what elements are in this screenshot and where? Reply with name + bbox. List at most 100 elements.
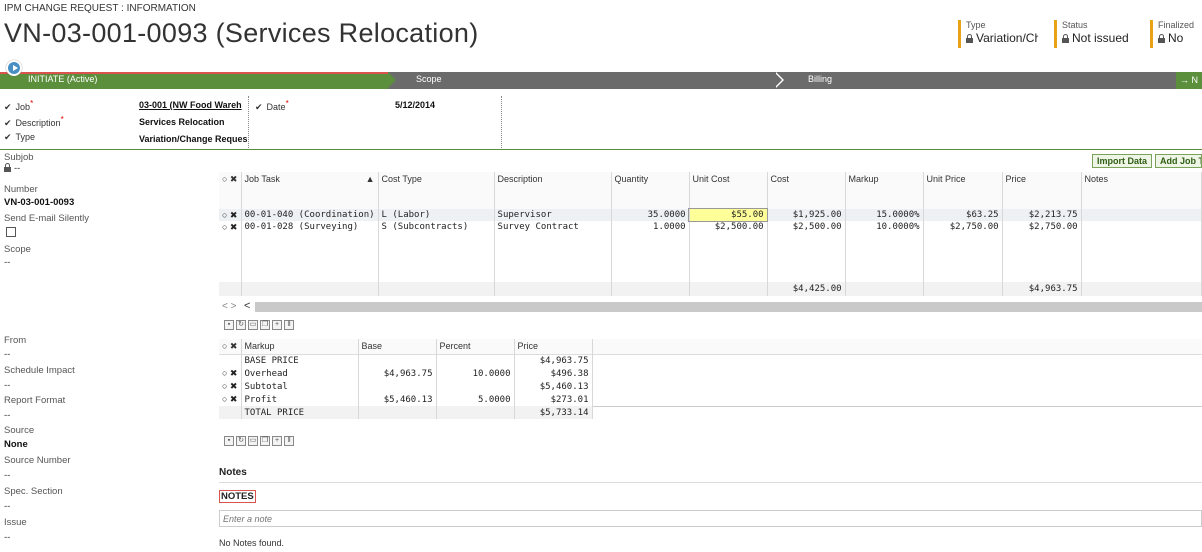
note-input[interactable] — [219, 510, 1202, 527]
refresh-icon[interactable]: ↻ — [236, 436, 246, 446]
col-job-task[interactable]: Job Task ▲ — [241, 172, 379, 209]
row-select-icon[interactable]: ○ ✖ — [219, 209, 242, 221]
col-unit-price[interactable]: Unit Price — [923, 172, 1003, 209]
scroll-left-icon[interactable]: < — [244, 300, 250, 312]
cell[interactable]: 10.0000 — [436, 367, 515, 380]
cell-editing[interactable]: $55.00 — [688, 208, 769, 222]
cell[interactable]: 10.0000% — [845, 221, 924, 233]
col-markup[interactable]: Markup — [845, 172, 924, 209]
table-row[interactable]: ○ ✖ Subtotal $5,460.13 — [219, 380, 1202, 393]
cell[interactable]: $1,925.00 — [767, 209, 846, 221]
lock-icon — [1158, 34, 1165, 43]
total-cost: $4,425.00 — [767, 282, 846, 296]
cell[interactable]: L (Labor) — [378, 209, 495, 221]
export-icon[interactable]: ▪ — [224, 436, 234, 446]
col-cost-type[interactable]: Cost Type — [378, 172, 495, 209]
col-cost[interactable]: Cost — [767, 172, 846, 209]
type-field: Type Variation/Cha — [958, 20, 1038, 48]
table-row[interactable]: ○ ✖ Profit $5,460.13 5.0000 $273.01 — [219, 393, 1202, 407]
cell[interactable]: $4,963.75 — [358, 367, 437, 380]
import-data-button[interactable]: Import Data — [1092, 154, 1153, 168]
cell[interactable] — [436, 380, 515, 393]
copy-icon[interactable]: ❐ — [260, 436, 270, 446]
columns-icon[interactable]: ⦀ — [284, 436, 294, 446]
row-select-icon[interactable]: ○ ✖ — [219, 221, 242, 233]
export-icon[interactable]: ▪ — [224, 320, 234, 330]
horizontal-scrollbar[interactable] — [255, 302, 1202, 312]
col-quantity[interactable]: Quantity — [611, 172, 690, 209]
cell[interactable]: $496.38 — [514, 367, 593, 380]
table-row[interactable]: ○ ✖ 00-01-028 (Surveying) S (Subcontract… — [219, 221, 1202, 233]
cell[interactable]: Subtotal — [241, 380, 359, 393]
cell[interactable]: 1.0000 — [611, 221, 690, 233]
workflow-stage-scope[interactable]: Scope — [416, 74, 442, 84]
type-form-value: Variation/Change Reques — [139, 134, 247, 144]
expand-icon[interactable]: + — [272, 436, 282, 446]
markup-select-header[interactable]: ○ ✖ — [219, 339, 242, 354]
table-row[interactable]: BASE PRICE $4,963.75 — [219, 354, 1202, 367]
cell[interactable]: 35.0000 — [611, 209, 690, 221]
cell[interactable]: $2,750.00 — [923, 221, 1003, 233]
cell[interactable]: $2,500.00 — [767, 221, 846, 233]
description-value: Services Relocation — [139, 117, 225, 127]
source-number-value: -- — [4, 470, 11, 481]
cell[interactable]: $2,213.75 — [1002, 209, 1082, 221]
cell[interactable]: Supervisor — [494, 209, 612, 221]
expand-icon[interactable]: + — [272, 320, 282, 330]
scope-label: Scope — [4, 244, 31, 255]
cell[interactable]: S (Subcontracts) — [378, 221, 495, 233]
cell[interactable]: $2,500.00 — [689, 221, 768, 233]
send-email-checkbox[interactable] — [6, 227, 16, 237]
check-icon: ✔ — [4, 132, 12, 142]
source-label: Source — [4, 425, 35, 436]
col-unit-cost[interactable]: Unit Cost — [689, 172, 768, 209]
row-select-icon[interactable]: ○ ✖ — [219, 367, 242, 380]
play-icon[interactable] — [6, 60, 22, 76]
col-price[interactable]: Price — [1002, 172, 1082, 209]
job-link[interactable]: 03-001 (NW Food Wareh — [139, 100, 247, 110]
print-icon[interactable]: ▭ — [248, 436, 258, 446]
cell[interactable]: 15.0000% — [845, 209, 924, 221]
cell[interactable] — [1081, 209, 1202, 221]
cell[interactable]: Survey Contract — [494, 221, 612, 233]
col-notes[interactable]: Notes — [1081, 172, 1202, 209]
cell[interactable]: 00-01-040 (Coordination) — [241, 209, 379, 221]
copy-icon[interactable]: ❐ — [260, 320, 270, 330]
cell[interactable]: 5.0000 — [436, 393, 515, 406]
report-label: Report Format — [4, 395, 66, 406]
refresh-icon[interactable]: ↻ — [236, 320, 246, 330]
col-markup-name[interactable]: Markup — [241, 339, 359, 354]
cell[interactable]: Profit — [241, 393, 359, 406]
columns-icon[interactable]: ⦀ — [284, 320, 294, 330]
cell[interactable]: $63.25 — [923, 209, 1003, 221]
page-title: VN-03-001-0093 (Services Relocation) — [4, 18, 479, 48]
next-stage-button[interactable]: → N — [1176, 72, 1202, 89]
col-markup-price[interactable]: Price — [514, 339, 593, 354]
scroll-arrows-icon[interactable]: < > — [222, 301, 236, 312]
schedule-value: -- — [4, 380, 11, 391]
tab-notes[interactable]: NOTES — [219, 490, 256, 503]
from-label: From — [4, 335, 27, 346]
cell[interactable]: Overhead — [241, 367, 359, 380]
cell[interactable] — [1081, 221, 1202, 233]
issue-label: Issue — [4, 517, 27, 528]
row-select-icon[interactable]: ○ ✖ — [219, 393, 242, 406]
cell[interactable]: 00-01-028 (Surveying) — [241, 221, 379, 233]
cell — [436, 354, 515, 367]
add-job-task-button[interactable]: Add Job T — [1155, 154, 1202, 168]
col-percent[interactable]: Percent — [436, 339, 515, 354]
grid-select-header[interactable]: ○ ✖ — [219, 172, 242, 209]
cell[interactable]: $5,460.13 — [514, 380, 593, 393]
cell[interactable]: $5,460.13 — [358, 393, 437, 406]
workflow-stage-billing[interactable]: Billing — [808, 74, 832, 84]
table-row[interactable]: ○ ✖ Overhead $4,963.75 10.0000 $496.38 — [219, 367, 1202, 380]
row-select-icon[interactable]: ○ ✖ — [219, 380, 242, 393]
table-row[interactable]: ○ ✖ 00-01-040 (Coordination) L (Labor) S… — [219, 208, 1202, 222]
cell[interactable]: $273.01 — [514, 393, 593, 406]
cell[interactable]: $2,750.00 — [1002, 221, 1082, 233]
col-description[interactable]: Description — [494, 172, 612, 209]
col-base[interactable]: Base — [358, 339, 437, 354]
divider — [219, 482, 1202, 483]
cell[interactable] — [358, 380, 437, 393]
print-icon[interactable]: ▭ — [248, 320, 258, 330]
